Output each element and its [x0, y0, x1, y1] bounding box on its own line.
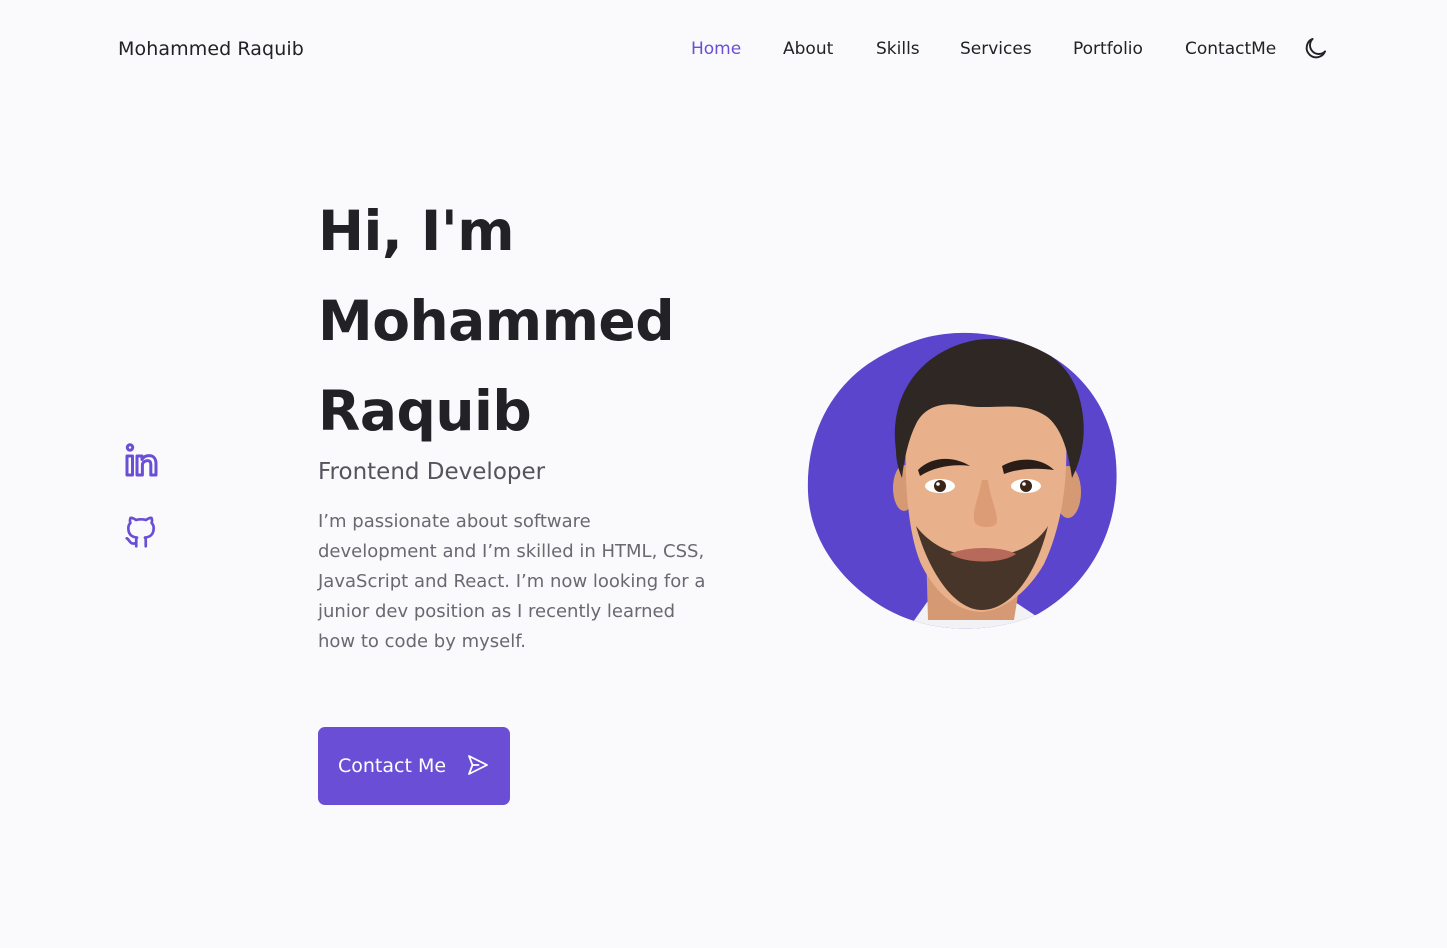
- nav-home[interactable]: Home: [691, 36, 741, 62]
- contact-me-button[interactable]: Contact Me: [318, 727, 510, 805]
- nav-skills[interactable]: Skills: [876, 36, 920, 62]
- site-header: Mohammed Raquib Home About Skills Servic…: [0, 0, 1447, 98]
- moon-icon[interactable]: [1302, 35, 1329, 62]
- contact-me-label: Contact Me: [338, 755, 447, 777]
- hero-title-line: Raquib: [318, 379, 532, 443]
- send-icon: [466, 753, 490, 777]
- site-logo[interactable]: Mohammed Raquib: [118, 36, 304, 62]
- linkedin-icon[interactable]: [122, 442, 160, 480]
- profile-avatar: [806, 330, 1120, 632]
- nav-portfolio[interactable]: Portfolio: [1073, 36, 1143, 62]
- github-icon[interactable]: [122, 513, 160, 551]
- hero-title: Hi, I'm Mohammed Raquib: [318, 186, 675, 456]
- hero-subtitle: Frontend Developer: [318, 459, 546, 485]
- hero-title-line: Mohammed: [318, 289, 675, 353]
- hero-title-line: Hi, I'm: [318, 199, 515, 263]
- nav-services[interactable]: Services: [960, 36, 1032, 62]
- nav-contactme[interactable]: ContactMe: [1185, 36, 1276, 62]
- nav-about[interactable]: About: [783, 36, 833, 62]
- hero-description: I’m passionate about software developmen…: [318, 511, 706, 652]
